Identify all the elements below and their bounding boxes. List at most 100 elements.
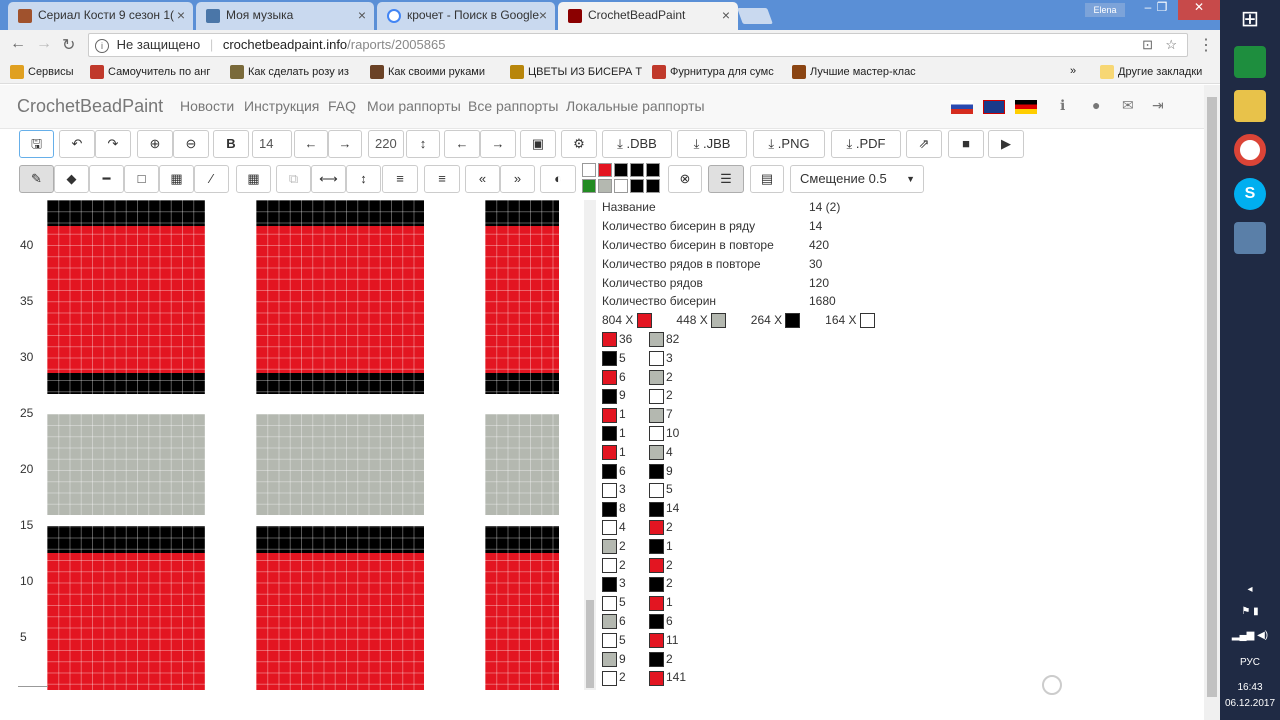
palette-swatch[interactable]: [614, 163, 628, 177]
pattern-scrollbar[interactable]: [584, 200, 596, 690]
bookmark-item[interactable]: Как своими руками: [370, 65, 485, 79]
shift-right-button[interactable]: →: [480, 130, 516, 158]
palette-swatch[interactable]: [614, 179, 628, 193]
video-button[interactable]: ■: [948, 130, 984, 158]
copy-button[interactable]: ⧉: [276, 165, 311, 193]
clock-time[interactable]: 16:43: [1220, 682, 1280, 693]
language-indicator[interactable]: РУС: [1220, 657, 1280, 668]
address-bar[interactable]: i Не защищено | crochetbeadpaint.info/ra…: [88, 33, 1188, 57]
bookmark-services[interactable]: Сервисы: [10, 65, 74, 79]
windows-start-icon[interactable]: ⊞: [1234, 6, 1266, 38]
save-button[interactable]: 🖫: [19, 130, 54, 158]
palette-swatch[interactable]: [646, 163, 660, 177]
other-bookmarks[interactable]: Другие закладки: [1100, 65, 1202, 79]
settings-button[interactable]: ⚙: [561, 130, 597, 158]
back-icon[interactable]: ←: [10, 35, 26, 53]
menu-icon[interactable]: ⋮: [1198, 35, 1214, 55]
nav-my-raports[interactable]: Мои раппорты: [367, 98, 461, 114]
tray-chevron-icon[interactable]: ◂: [1220, 584, 1280, 595]
bookmark-item[interactable]: ЦВЕТЫ ИЗ БИСЕРА Т: [510, 65, 642, 79]
close-tab-icon[interactable]: ×: [722, 7, 730, 23]
russian-flag-icon[interactable]: [951, 100, 973, 114]
redo-button[interactable]: ↷: [95, 130, 131, 158]
bookmark-item[interactable]: Лучшие мастер-клас: [792, 65, 916, 79]
tab-serial[interactable]: Сериал Кости 9 сезон 1( ×: [8, 2, 193, 30]
user-icon[interactable]: ●: [1092, 97, 1100, 113]
page-scrollbar[interactable]: [1204, 85, 1220, 720]
palette-swatch[interactable]: [630, 179, 644, 193]
magic-tool[interactable]: ⁄: [194, 165, 229, 193]
site-brand[interactable]: CrochetBeadPaint: [17, 96, 163, 117]
double-right-button[interactable]: »: [500, 165, 535, 193]
play-button[interactable]: ▶: [988, 130, 1024, 158]
skype-icon[interactable]: S: [1234, 178, 1266, 210]
pencil-tool[interactable]: ✎: [19, 165, 54, 193]
double-left-button[interactable]: «: [465, 165, 500, 193]
list-view-button[interactable]: ☰: [708, 165, 744, 193]
bookmarks-more[interactable]: »: [1070, 65, 1076, 77]
bold-button[interactable]: B: [213, 130, 249, 158]
restore-button[interactable]: ❐: [1150, 0, 1174, 20]
uk-flag-icon[interactable]: [983, 100, 1005, 114]
recorder-icon[interactable]: [1234, 222, 1266, 254]
download-jbb-button[interactable]: ⤓ .JBB: [677, 130, 747, 158]
arrow-left-button[interactable]: ←: [294, 130, 328, 158]
image-button[interactable]: ▣: [520, 130, 556, 158]
info-icon[interactable]: i: [95, 38, 109, 53]
bookmark-item[interactable]: Самоучитель по анг: [90, 65, 210, 79]
download-png-button[interactable]: ⤓ .PNG: [753, 130, 825, 158]
bookmark-item[interactable]: Фурнитура для сумс: [652, 65, 774, 79]
store-icon[interactable]: [1234, 46, 1266, 78]
logout-icon[interactable]: ⇥: [1152, 97, 1164, 114]
undo-button[interactable]: ↶: [59, 130, 95, 158]
close-window-button[interactable]: ✕: [1178, 0, 1220, 20]
star-icon[interactable]: ☆: [1165, 34, 1177, 56]
download-dbb-button[interactable]: ⤓ .DBB: [602, 130, 672, 158]
new-tab-button[interactable]: [737, 8, 773, 24]
palette-swatch[interactable]: [646, 179, 660, 193]
nav-instructions[interactable]: Инструкция: [244, 98, 319, 114]
close-tab-icon[interactable]: ×: [539, 7, 547, 23]
scroll-thumb[interactable]: [1207, 97, 1217, 697]
mail-icon[interactable]: ✉: [1122, 97, 1134, 114]
palette-swatch[interactable]: [598, 163, 612, 177]
file-explorer-icon[interactable]: [1234, 90, 1266, 122]
forward-icon[interactable]: →: [36, 35, 52, 53]
german-flag-icon[interactable]: [1015, 100, 1037, 114]
height-input[interactable]: 220: [368, 130, 404, 158]
clock-date[interactable]: 06.12.2017: [1220, 698, 1280, 709]
shift-left-button[interactable]: ←: [444, 130, 480, 158]
eraser-button[interactable]: ◐: [540, 165, 576, 193]
line-tool[interactable]: ━: [89, 165, 124, 193]
network-icon[interactable]: ▂▄▆ ◀): [1220, 630, 1280, 641]
palette-swatch[interactable]: [630, 163, 644, 177]
outdent-button[interactable]: ≡: [424, 165, 460, 193]
nav-news[interactable]: Новости: [180, 98, 234, 114]
info-icon[interactable]: ℹ: [1060, 97, 1065, 114]
flip-vertical-button[interactable]: ↕: [346, 165, 381, 193]
arrow-right-button[interactable]: →: [328, 130, 362, 158]
grid-button[interactable]: ▦: [236, 165, 271, 193]
zoom-in-button[interactable]: ⊕: [137, 130, 173, 158]
flip-horizontal-button[interactable]: ⟷: [311, 165, 346, 193]
nav-all-raports[interactable]: Все раппорты: [468, 98, 559, 114]
palette-swatch[interactable]: [582, 179, 596, 193]
flag-icon[interactable]: ⚑ ▮: [1220, 606, 1280, 617]
palette-swatch[interactable]: [598, 179, 612, 193]
palette-swatch[interactable]: [582, 163, 596, 177]
bookmark-item[interactable]: Как сделать розу из: [230, 65, 349, 79]
reload-icon[interactable]: ↻: [62, 35, 75, 55]
fill-tool[interactable]: ◆: [54, 165, 89, 193]
chrome-icon[interactable]: [1234, 134, 1266, 166]
tab-crochetbeadpaint[interactable]: CrochetBeadPaint ×: [558, 2, 738, 30]
zoom-out-button[interactable]: ⊖: [173, 130, 209, 158]
vertical-resize-button[interactable]: ↕: [406, 130, 440, 158]
profile-badge[interactable]: Elena: [1085, 3, 1125, 17]
download-pdf-button[interactable]: ⤓ .PDF: [831, 130, 901, 158]
rect-tool[interactable]: □: [124, 165, 159, 193]
select-tool[interactable]: ▦: [159, 165, 194, 193]
clear-button[interactable]: ⊗: [668, 165, 702, 193]
indent-button[interactable]: ≡: [382, 165, 418, 193]
print-button[interactable]: ▤: [750, 165, 784, 193]
close-tab-icon[interactable]: ×: [177, 7, 185, 23]
